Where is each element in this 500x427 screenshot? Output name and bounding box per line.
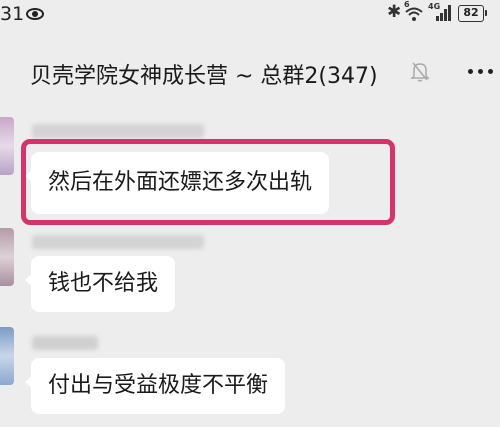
wifi-label: 6 [404, 0, 410, 9]
avatar[interactable] [0, 228, 14, 286]
battery-indicator: 82 [458, 5, 487, 22]
avatar[interactable] [0, 117, 14, 175]
bluetooth-icon: ✱ [387, 2, 402, 22]
more-icon[interactable] [468, 69, 498, 75]
status-bar: 31 ✱ 6 4G 82 [0, 0, 500, 32]
chat-header: 贝壳学院女神成长营 ~ 总群2(347) [0, 44, 500, 100]
eye-comfort-icon [26, 8, 44, 20]
chat-title: 贝壳学院女神成长营 ~ 总群2(347) [30, 64, 378, 89]
message-text: 钱也不给我 [48, 271, 159, 296]
highlight-frame [21, 139, 395, 225]
network-label: 4G [428, 2, 441, 11]
sender-nickname-blurred [32, 235, 204, 249]
status-time: 31 [0, 3, 25, 25]
message-bubble[interactable]: 付出与受益极度不平衡 [24, 358, 286, 414]
message-bubble[interactable]: 钱也不给我 [24, 256, 176, 312]
avatar[interactable] [0, 327, 14, 385]
sender-nickname-blurred [32, 124, 204, 138]
message-text: 付出与受益极度不平衡 [48, 373, 269, 398]
sender-nickname-blurred [32, 336, 98, 350]
mute-bell-icon [410, 62, 430, 82]
